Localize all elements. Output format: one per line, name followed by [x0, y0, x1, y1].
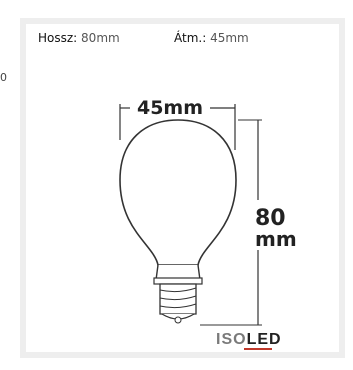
brand-logo: ISOLED	[216, 331, 282, 348]
diameter-label: Átm.:	[174, 31, 207, 45]
diameter-value: 45mm	[210, 31, 249, 45]
height-dimension-unit: mm	[255, 227, 297, 251]
width-dimension-label: 45mm	[137, 97, 203, 119]
bulb-dimension-diagram: 45mm 80 mm ISOLED	[119, 97, 297, 350]
bulb-glass-shape	[119, 119, 237, 266]
brand-part-2: LED	[247, 331, 282, 348]
length-value: 80mm	[81, 31, 120, 45]
brand-part-1: ISO	[216, 331, 247, 348]
length-spec: Hossz: 80mm	[38, 31, 120, 45]
length-label: Hossz:	[38, 31, 78, 45]
page: 0 Hossz: 80mm Átm.: 45mm 45mm 80 mm ISOL…	[0, 0, 353, 370]
bulb-collar-shape	[153, 277, 203, 285]
diameter-spec: Átm.: 45mm	[174, 31, 249, 45]
stray-text: 0	[0, 71, 7, 84]
bulb-contact-shape	[174, 316, 182, 324]
